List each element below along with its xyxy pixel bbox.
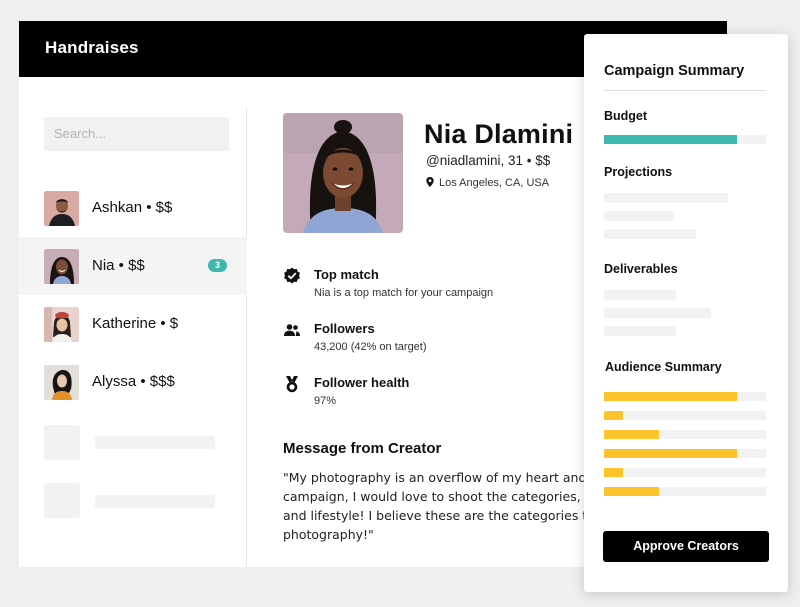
creator-name: Ashkan • $$: [92, 199, 173, 216]
audience-bar-fill: [604, 411, 623, 420]
projections-label: Projections: [604, 165, 673, 179]
placeholder-line: [604, 308, 711, 318]
audience-summary-label: Audience Summary: [605, 360, 722, 374]
budget-label: Budget: [604, 109, 648, 123]
creator-item-nia[interactable]: Nia • $$ 3: [19, 237, 247, 295]
approve-creators-button[interactable]: Approve Creators: [603, 531, 769, 562]
budget-bar: [604, 135, 766, 144]
app-title: Handraises: [45, 38, 139, 57]
divider: [604, 90, 766, 91]
creator-name: Nia • $$: [92, 257, 145, 274]
audience-bar-fill: [604, 449, 737, 458]
unread-count-badge: 3: [208, 259, 227, 272]
stat-title: Followers: [314, 321, 375, 336]
audience-bar: [604, 468, 766, 477]
avatar: [44, 307, 79, 342]
location-pin-icon: [426, 177, 434, 190]
placeholder-line: [604, 211, 674, 221]
avatar: [44, 365, 79, 400]
placeholder-line: [604, 229, 696, 239]
profile-name: Nia Dlamini: [424, 119, 574, 149]
avatar: [44, 249, 79, 284]
creator-name: Katherine • $: [92, 315, 179, 332]
verified-badge-icon: [283, 267, 301, 285]
stat-subtitle: Nia is a top match for your campaign: [314, 287, 494, 299]
profile-handle: @niadlamini, 31 • $$: [426, 153, 551, 168]
audience-bar: [604, 449, 766, 458]
audience-bar-fill: [604, 487, 659, 496]
stat-subtitle: 97%: [314, 395, 337, 407]
avatar: [44, 191, 79, 226]
placeholder-line: [604, 290, 676, 300]
stat-title: Top match: [314, 267, 379, 282]
search-input[interactable]: Search...: [44, 117, 229, 151]
placeholder-line: [95, 495, 215, 508]
summary-title: Campaign Summary: [604, 63, 745, 79]
creator-name: Alyssa • $$$: [92, 373, 175, 390]
placeholder-line: [604, 326, 676, 336]
creator-item-katherine[interactable]: Katherine • $: [19, 295, 247, 353]
profile-location: Los Angeles, CA, USA: [426, 177, 549, 190]
placeholder-line: [95, 436, 215, 449]
audience-bar-fill: [604, 392, 737, 401]
audience-bar: [604, 392, 766, 401]
creator-sidebar: Search... Ashkan • $$ Nia • $$ 3 Katheri…: [19, 107, 247, 567]
audience-bar-fill: [604, 468, 623, 477]
audience-bar: [604, 430, 766, 439]
placeholder-avatar: [44, 425, 80, 460]
creator-item-ashkan[interactable]: Ashkan • $$: [19, 179, 247, 237]
users-icon: [283, 321, 301, 339]
stat-subtitle: 43,200 (42% on target): [314, 341, 427, 353]
profile-photo: [283, 113, 403, 233]
audience-bar: [604, 411, 766, 420]
medal-icon: [283, 375, 301, 393]
deliverables-label: Deliverables: [604, 262, 678, 276]
creator-item-alyssa[interactable]: Alyssa • $$$: [19, 353, 247, 411]
message-title: Message from Creator: [283, 440, 442, 457]
stat-title: Follower health: [314, 375, 410, 390]
location-text: Los Angeles, CA, USA: [439, 177, 550, 189]
budget-bar-fill: [604, 135, 737, 144]
audience-bar: [604, 487, 766, 496]
campaign-summary-card: Campaign Summary Budget Projections Deli…: [584, 34, 788, 592]
audience-bar-fill: [604, 430, 659, 439]
placeholder-avatar: [44, 483, 80, 518]
placeholder-line: [604, 193, 728, 203]
